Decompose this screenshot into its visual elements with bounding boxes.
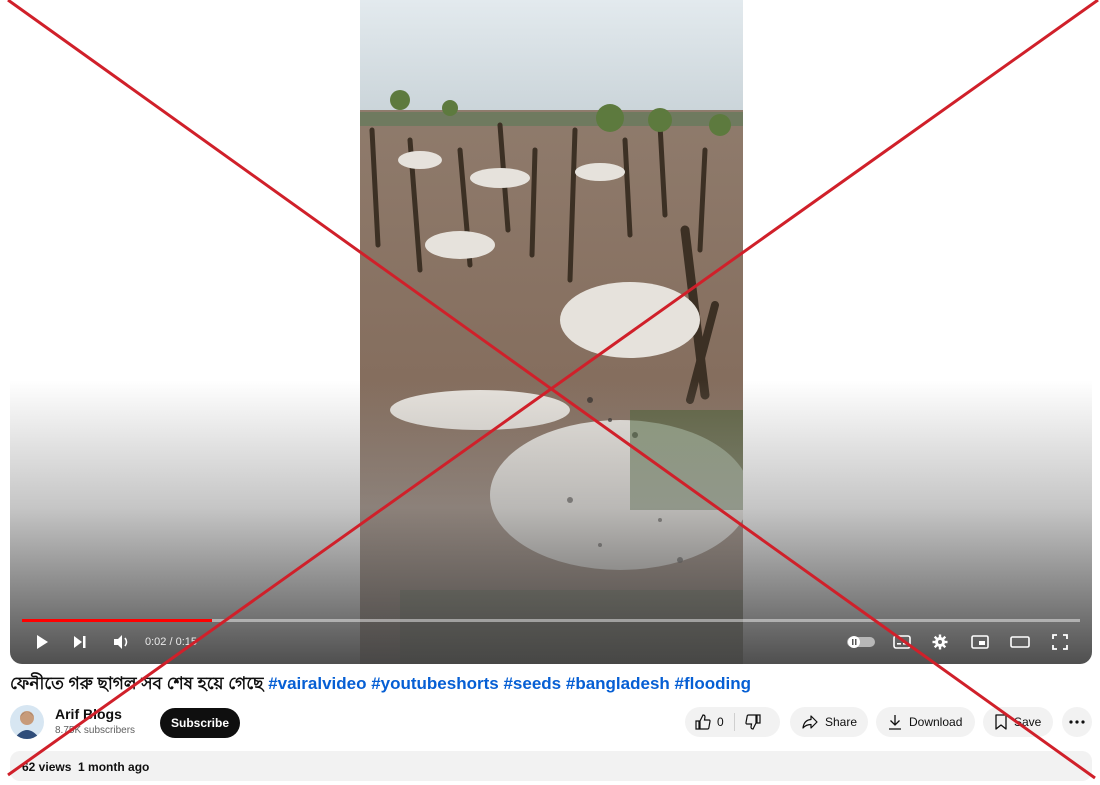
dislike-button[interactable] xyxy=(735,707,771,737)
hashtag-link[interactable]: #flooding xyxy=(675,674,751,693)
play-button[interactable] xyxy=(28,630,56,654)
video-title: ফেনীতে গরু ছাগল সব শেষ হয়ে গেছে #vairal… xyxy=(10,672,1090,696)
download-icon xyxy=(889,715,901,730)
subtitles-icon xyxy=(893,635,911,649)
subscribe-button[interactable]: Subscribe xyxy=(160,708,240,738)
save-button[interactable]: Save xyxy=(983,707,1053,737)
hashtag-link[interactable]: #vairalvideo xyxy=(268,674,366,693)
share-icon xyxy=(802,715,818,729)
theater-mode-button[interactable] xyxy=(1006,630,1034,654)
theater-icon xyxy=(1010,636,1030,648)
like-button[interactable]: 0 xyxy=(685,707,724,737)
share-button[interactable]: Share xyxy=(790,707,868,737)
time-display: 0:02 / 0:15 xyxy=(145,636,197,648)
subscriber-count: 8.75K subscribers xyxy=(55,725,136,736)
miniplayer-button[interactable] xyxy=(966,630,994,654)
video-title-text: ফেনীতে গরু ছাগল সব শেষ হয়ে গেছে xyxy=(10,674,264,693)
progress-bar[interactable] xyxy=(22,619,1080,622)
miniplayer-icon xyxy=(971,635,989,649)
download-button[interactable]: Download xyxy=(876,707,975,737)
description-box[interactable]: 62 views 1 month ago xyxy=(10,751,1092,781)
more-horizontal-icon xyxy=(1069,720,1085,724)
volume-button[interactable] xyxy=(108,630,136,654)
fullscreen-button[interactable] xyxy=(1046,630,1074,654)
next-icon xyxy=(74,636,86,648)
thumbs-up-icon xyxy=(695,714,711,730)
channel-name[interactable]: Arif Blogs xyxy=(55,706,122,722)
upload-age: 1 month ago xyxy=(78,760,150,774)
progress-played xyxy=(22,619,213,622)
like-count: 0 xyxy=(717,715,724,729)
settings-button[interactable] xyxy=(926,630,954,654)
play-icon xyxy=(37,635,48,649)
download-label: Download xyxy=(909,715,963,729)
share-label: Share xyxy=(825,715,858,729)
channel-avatar[interactable] xyxy=(10,705,44,739)
hashtag-link[interactable]: #seeds xyxy=(503,674,561,693)
settings-icon xyxy=(932,634,948,650)
next-button[interactable] xyxy=(66,630,94,654)
like-dislike-group: 0 xyxy=(685,707,780,737)
hashtag-link[interactable]: #youtubeshorts xyxy=(371,674,499,693)
video-player[interactable]: 0:02 / 0:15 xyxy=(10,0,1092,664)
view-count: 62 views xyxy=(22,760,72,774)
subtitles-button[interactable] xyxy=(888,630,916,654)
save-label: Save xyxy=(1014,715,1042,729)
autoplay-toggle-icon xyxy=(847,636,875,648)
volume-icon xyxy=(114,635,128,649)
fullscreen-icon xyxy=(1052,634,1068,650)
views-and-date: 62 views 1 month ago xyxy=(22,760,149,774)
avatar-icon xyxy=(14,711,40,739)
more-actions-button[interactable] xyxy=(1062,707,1092,737)
thumbs-down-icon xyxy=(745,714,761,730)
hashtag-link[interactable]: #bangladesh xyxy=(566,674,670,693)
autoplay-toggle[interactable] xyxy=(844,630,878,654)
bookmark-icon xyxy=(995,714,1007,730)
player-controls: 0:02 / 0:15 xyxy=(10,616,1092,664)
